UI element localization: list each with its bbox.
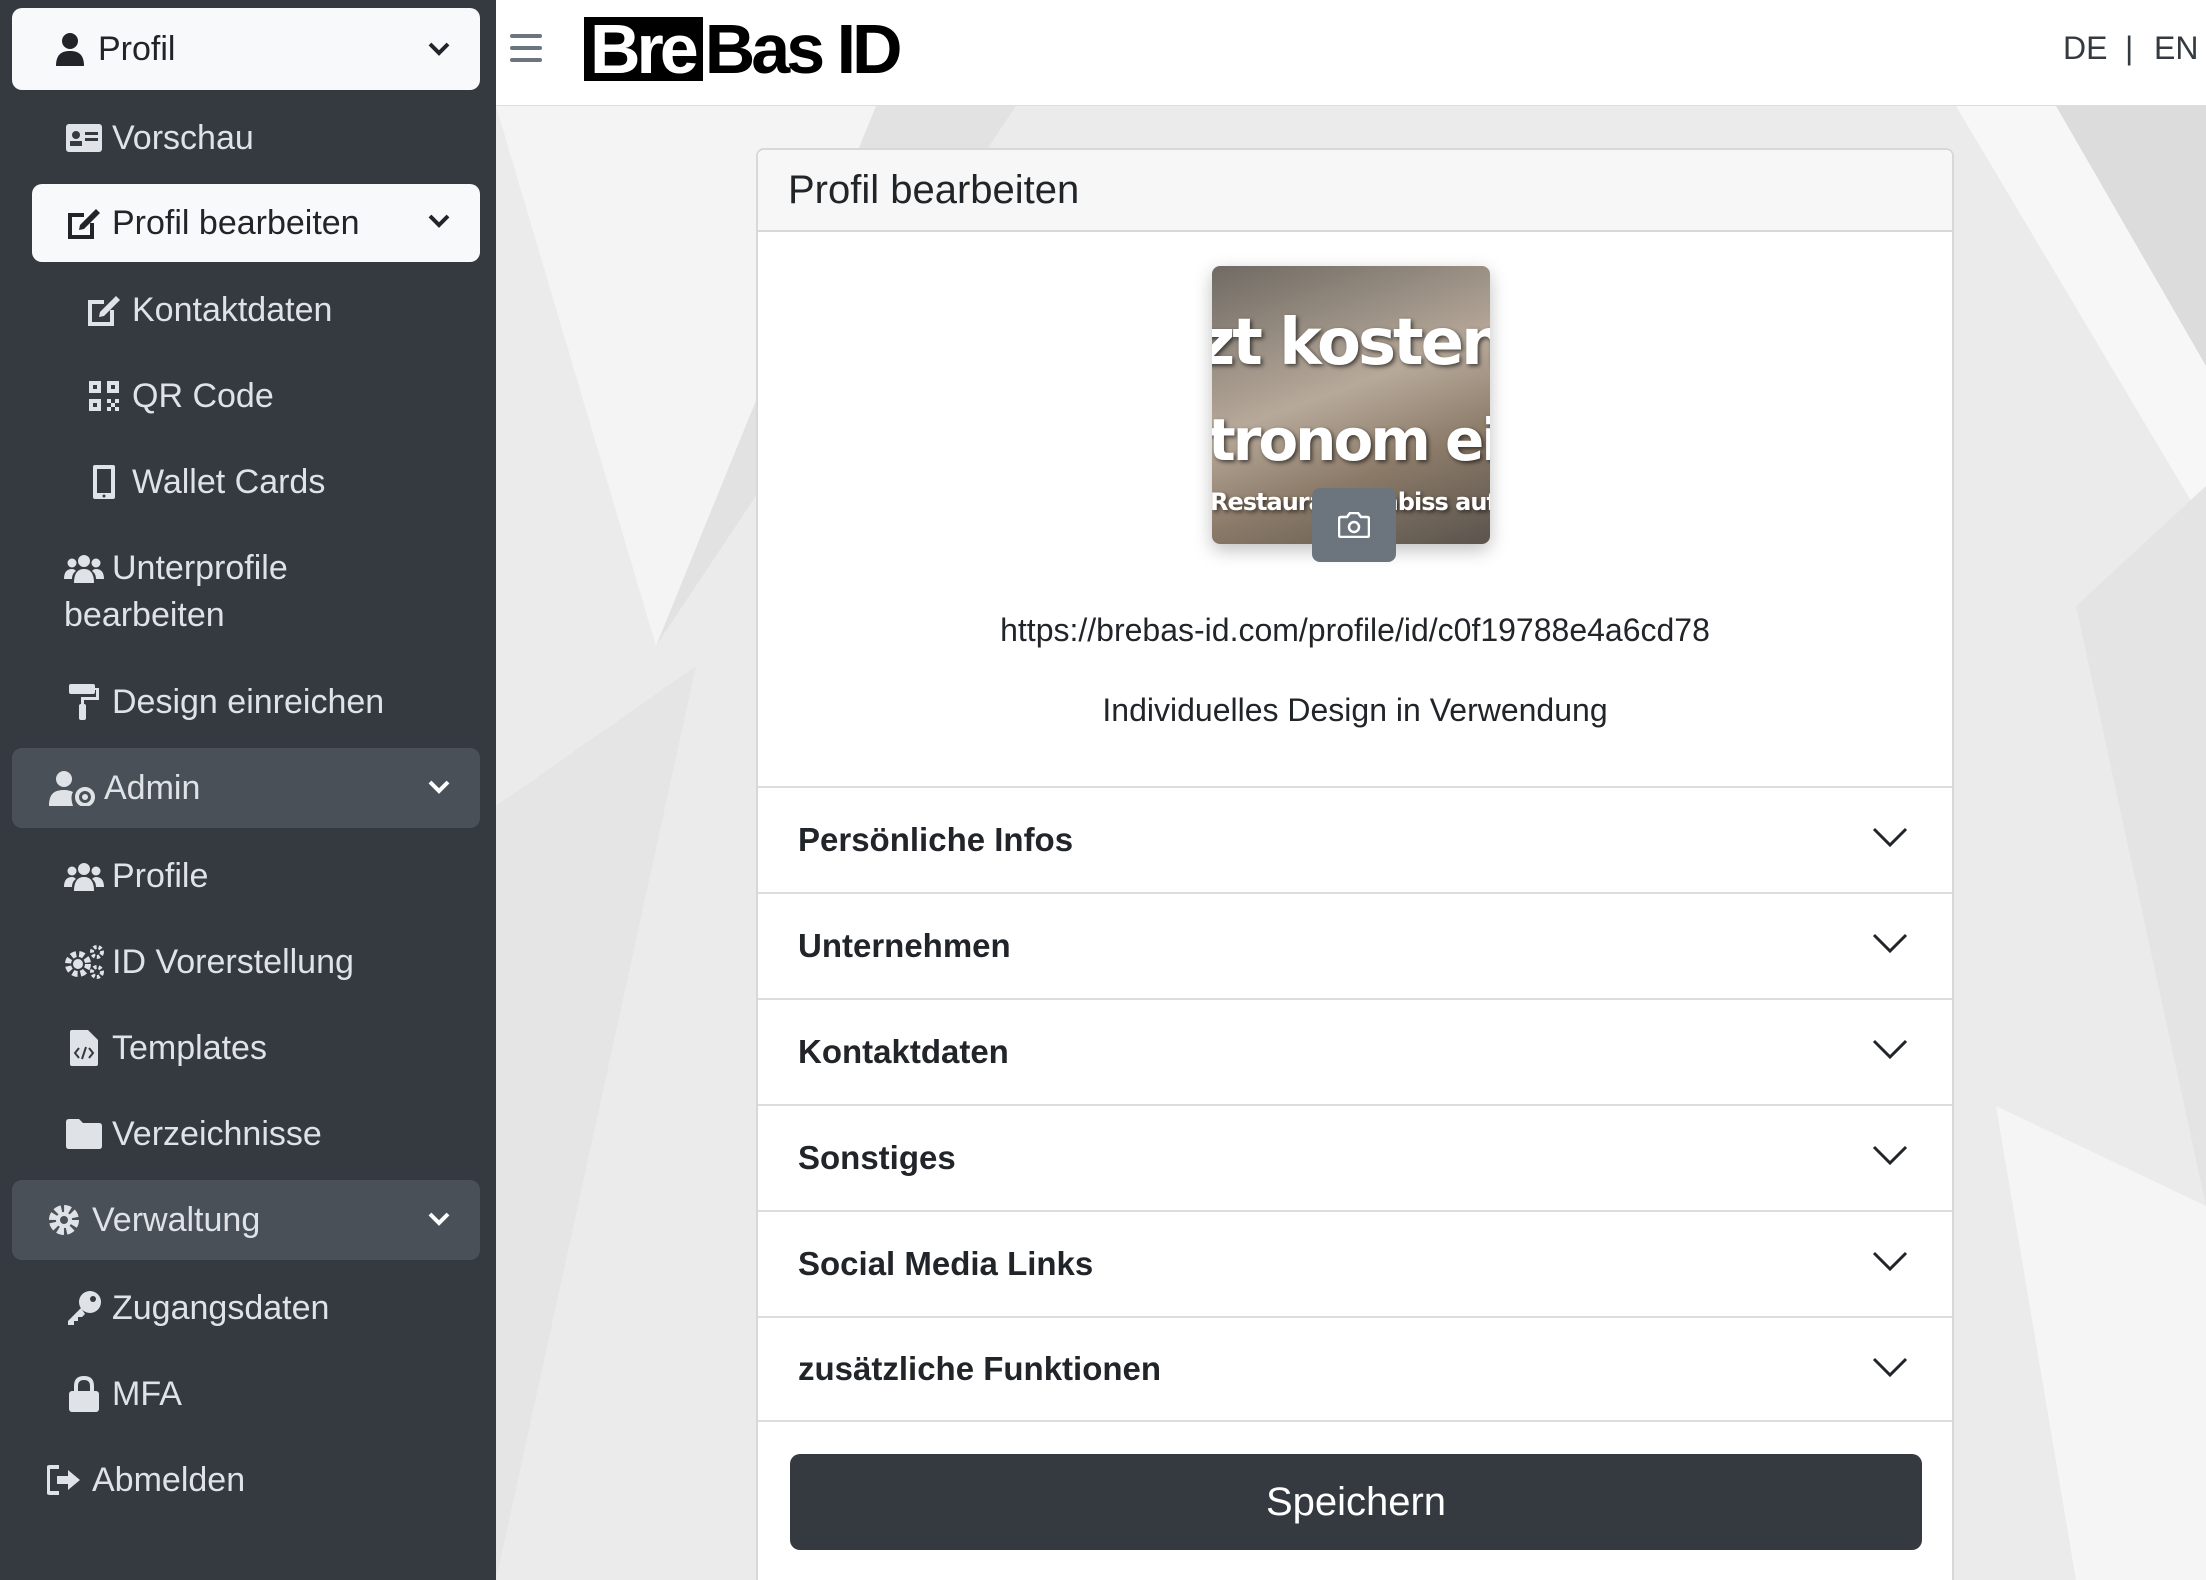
design-status: Individuelles Design in Verwendung [1102, 692, 1608, 728]
users-icon [64, 548, 104, 588]
sidebar-item-admin-content: Admin [48, 768, 200, 808]
key-icon [64, 1288, 104, 1328]
accordion-label: Persönliche Infos [798, 821, 1074, 858]
chevron-down-icon [1872, 827, 1908, 848]
paint-roller-icon [64, 682, 104, 722]
sidebar-item-label: Admin [104, 768, 201, 807]
sidebar-item-unterprofile-line2: bearbeiten [64, 596, 225, 635]
sidebar-item-profile[interactable]: Profile [64, 856, 208, 896]
sidebar-item-profil-label: Profil [98, 29, 176, 68]
sidebar: Profil Vorschau Profil bearbeiten Kontak… [0, 0, 496, 1580]
card-title: Profil bearbeiten [758, 150, 1952, 232]
hamburger-icon[interactable] [510, 34, 542, 64]
accordion-label: zusätzliche Funktionen [798, 1350, 1162, 1387]
users-icon [64, 856, 104, 896]
sidebar-item-design-einreichen[interactable]: Design einreichen [64, 682, 384, 722]
folder-icon [64, 1114, 104, 1154]
sidebar-item-unterprofile[interactable]: Unterprofile [64, 548, 288, 588]
sidebar-item-abmelden[interactable]: Abmelden [44, 1460, 245, 1500]
sidebar-item-profil-content: Profil [50, 29, 175, 69]
accordion-kontaktdaten[interactable]: Kontaktdaten [758, 998, 1952, 1104]
sign-out-icon [44, 1460, 84, 1500]
id-card-icon [64, 118, 104, 158]
chevron-down-icon[interactable] [426, 774, 452, 800]
sidebar-item-label: QR Code [132, 376, 274, 415]
sidebar-item-label: Verwaltung [92, 1200, 261, 1239]
sidebar-item-label: MFA [112, 1374, 182, 1413]
profile-edit-card: Profil bearbeiten zt kostenlos tronom ei… [756, 148, 1954, 1580]
sidebar-item-label: Design einreichen [112, 682, 385, 721]
sidebar-item-kontaktdaten[interactable]: Kontaktdaten [84, 290, 332, 330]
sidebar-item-label: Zugangsdaten [112, 1288, 330, 1327]
language-en[interactable]: EN [2154, 30, 2198, 67]
sidebar-item-label: Profil bearbeiten [112, 203, 360, 242]
sidebar-item-label: Templates [112, 1028, 267, 1067]
file-code-icon [64, 1028, 104, 1068]
sidebar-item-label: Profile [112, 856, 209, 895]
sidebar-item-label: Wallet Cards [132, 462, 326, 501]
chevron-down-icon [1872, 933, 1908, 954]
sidebar-item-verwaltung-content: Verwaltung [44, 1200, 260, 1240]
sidebar-item-id-vorerstellung[interactable]: ID Vorerstellung [64, 942, 354, 982]
sidebar-item-profil-bearbeiten-content: Profil bearbeiten [64, 203, 360, 243]
accordion-social-media-links[interactable]: Social Media Links [758, 1210, 1952, 1316]
sidebar-item-verzeichnisse[interactable]: Verzeichnisse [64, 1114, 322, 1154]
accordion-sonstiges[interactable]: Sonstiges [758, 1104, 1952, 1210]
profile-url[interactable]: https://brebas-id.com/profile/id/c0f1978… [758, 612, 1952, 649]
sidebar-item-mfa[interactable]: MFA [64, 1374, 182, 1414]
sidebar-item-wallet-cards[interactable]: Wallet Cards [84, 462, 325, 502]
chevron-down-icon[interactable] [426, 36, 452, 62]
save-button[interactable]: Speichern [790, 1454, 1922, 1550]
logo-box-text: Bre [584, 14, 703, 84]
accordion-persoenliche-infos[interactable]: Persönliche Infos [758, 786, 1952, 892]
chevron-down-icon[interactable] [426, 208, 452, 234]
photo-text-2: tronom eintra [1212, 406, 1490, 474]
sidebar-item-templates[interactable]: Templates [64, 1028, 267, 1068]
sidebar-item-label: Vorschau [112, 118, 254, 157]
chevron-down-icon [1872, 1039, 1908, 1060]
qr-code-icon [84, 376, 124, 416]
chevron-down-icon[interactable] [426, 1206, 452, 1232]
accordion-label: Sonstiges [798, 1139, 956, 1176]
language-separator: | [2125, 30, 2134, 66]
accordion-label: Unternehmen [798, 927, 1011, 964]
chevron-down-icon [1872, 1357, 1908, 1378]
accordion-label: Kontaktdaten [798, 1033, 1009, 1070]
photo-text-1: zt kostenlos [1212, 306, 1490, 380]
gear-icon [44, 1200, 84, 1240]
sidebar-item-zugangsdaten[interactable]: Zugangsdaten [64, 1288, 329, 1328]
mobile-icon [84, 462, 124, 502]
chevron-down-icon [1872, 1145, 1908, 1166]
accordion-zusaetzliche-funktionen[interactable]: zusätzliche Funktionen [758, 1316, 1952, 1422]
lock-icon [64, 1374, 104, 1414]
sidebar-item-vorschau[interactable]: Vorschau [64, 118, 254, 158]
brebas-logo[interactable]: Bre Bas ID [584, 10, 903, 88]
chevron-down-icon [1872, 1251, 1908, 1272]
user-icon [50, 29, 90, 69]
sidebar-item-label: Abmelden [92, 1460, 246, 1499]
change-photo-button[interactable] [1312, 488, 1396, 562]
accordion-unternehmen[interactable]: Unternehmen [758, 892, 1952, 998]
sidebar-item-label: Kontaktdaten [132, 290, 333, 329]
cogs-icon [64, 942, 104, 982]
sidebar-item-label: bearbeiten [64, 596, 225, 634]
sidebar-item-label: Unterprofile [112, 548, 288, 587]
user-cog-icon [48, 768, 96, 808]
sidebar-item-qr-code[interactable]: QR Code [84, 376, 274, 416]
accordion-label: Social Media Links [798, 1245, 1094, 1282]
logo-rest-text: Bas ID [704, 10, 903, 88]
camera-icon [1338, 512, 1370, 538]
edit-icon [84, 290, 124, 330]
sidebar-item-label: ID Vorerstellung [112, 942, 354, 981]
sidebar-item-label: Verzeichnisse [112, 1114, 322, 1153]
edit-icon [64, 203, 104, 243]
language-de[interactable]: DE [2063, 30, 2107, 67]
